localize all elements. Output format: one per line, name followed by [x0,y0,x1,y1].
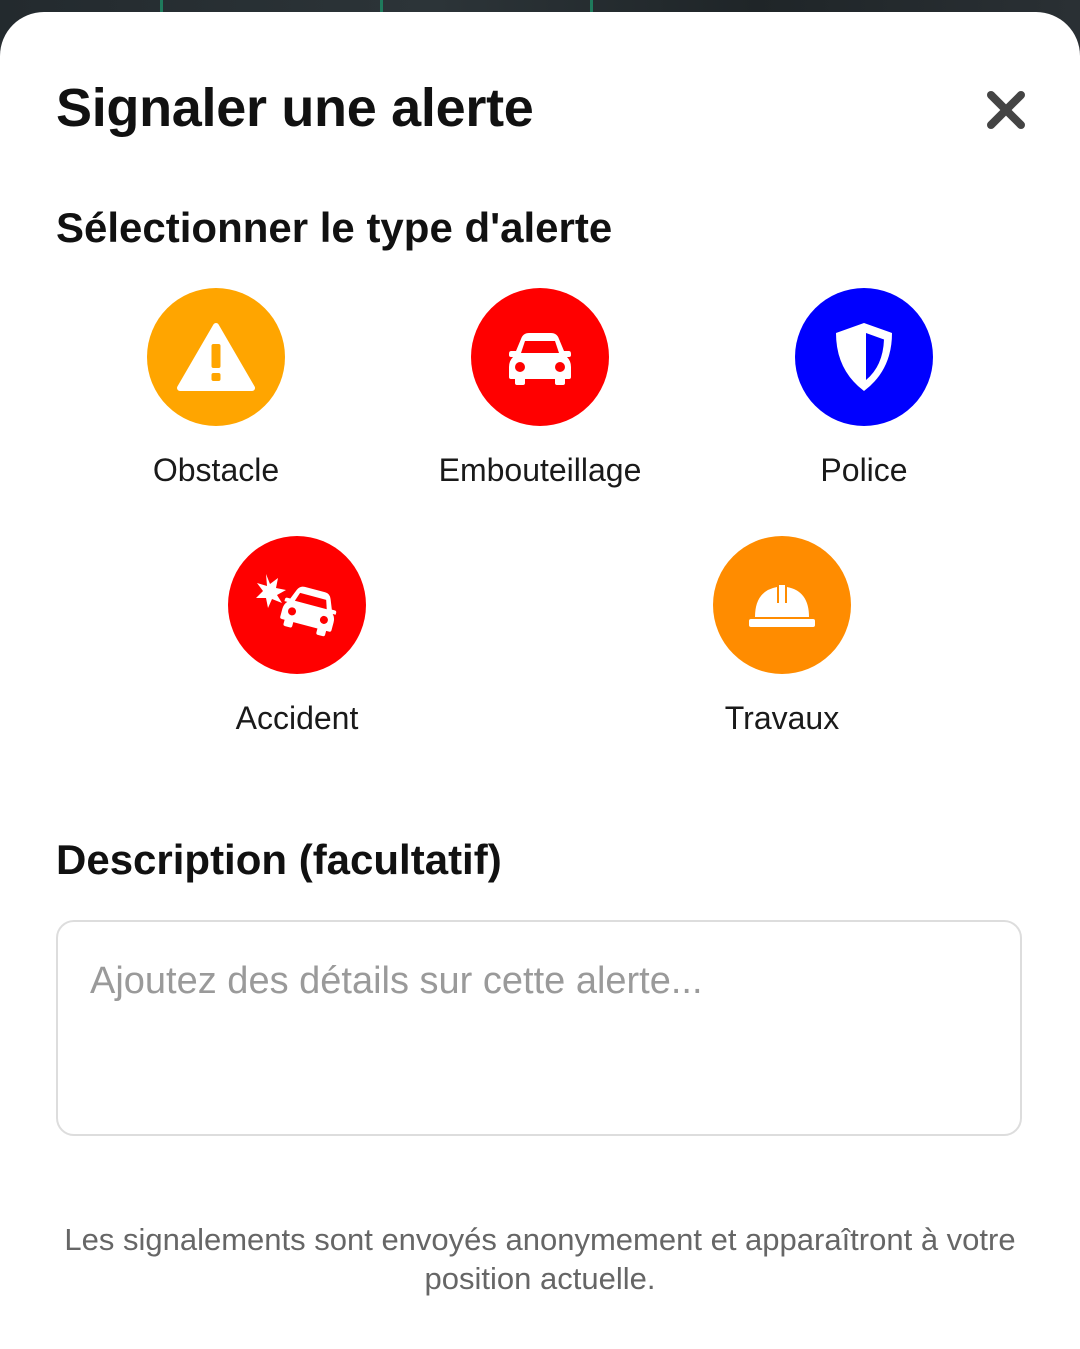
police-circle [795,288,933,426]
alert-option-label: Obstacle [152,452,280,488]
alert-option-traffic-jam[interactable]: Embouteillage [400,288,680,508]
hard-hat-icon [749,585,815,627]
description-heading: Description (facultatif) [56,836,502,883]
alert-type-heading: Sélectionner le type d'alerte [56,204,613,251]
description-box[interactable] [56,920,1022,1136]
anonymity-note: Les signalements sont envoyés anonymemen… [64,1222,1016,1296]
alert-option-obstacle[interactable]: Obstacle [76,288,356,508]
report-alert-sheet: Signaler une alerte Sélectionner le type… [0,12,1080,1349]
alert-option-label: Travaux [724,700,840,736]
roadworks-circle [713,536,851,674]
alert-option-label: Police [820,452,908,488]
warning-triangle-icon [177,323,255,391]
car-crash-icon [256,574,337,637]
alert-option-label: Accident [235,700,359,736]
shield-icon [836,323,892,391]
accident-circle [228,536,366,674]
obstacle-circle [147,288,285,426]
close-button[interactable] [976,80,1036,140]
alert-option-roadworks[interactable]: Travaux [642,536,922,756]
traffic-jam-circle [471,288,609,426]
description-input[interactable] [90,960,990,1110]
alert-option-label: Embouteillage [438,452,642,488]
close-icon [987,91,1025,129]
alert-option-police[interactable]: Police [724,288,1004,508]
dialog-title: Signaler une alerte [56,78,534,138]
car-icon [509,333,571,385]
alert-option-accident[interactable]: Accident [157,536,437,756]
